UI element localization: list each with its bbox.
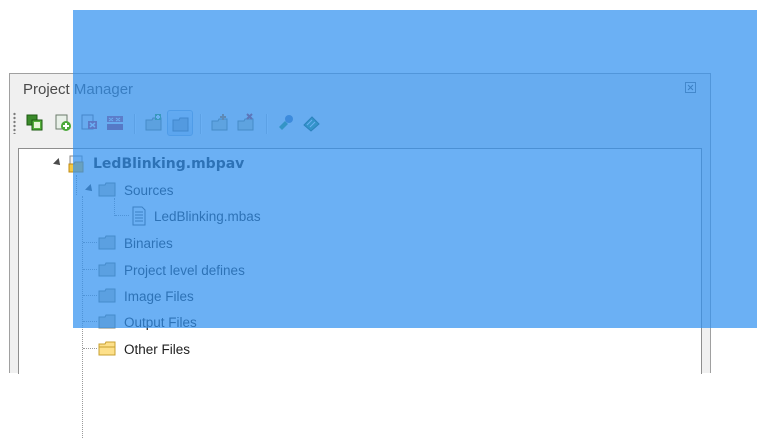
document-icon	[132, 206, 146, 226]
folder-view-icon[interactable]	[167, 110, 193, 136]
add-folder-icon[interactable]	[141, 110, 167, 136]
toolbar-grip[interactable]	[13, 112, 16, 134]
tree-item-label: LedBlinking.mbpav	[93, 156, 245, 172]
remove-all-icon[interactable]	[102, 110, 128, 136]
close-icon[interactable]	[685, 82, 696, 93]
folder-icon	[98, 341, 116, 356]
tree-item-label: Binaries	[124, 235, 173, 251]
tree-connector	[83, 348, 97, 349]
panel-titlebar: Project Manager	[10, 74, 710, 102]
copy-project-icon[interactable]	[22, 110, 48, 136]
tree-connector	[83, 321, 97, 322]
expander-icon[interactable]	[53, 158, 63, 168]
build-icon[interactable]	[273, 110, 299, 136]
toolbar-separator	[134, 114, 135, 134]
tree-item-image-files[interactable]: Image Files	[98, 285, 194, 307]
tree-connector	[76, 175, 77, 195]
tree-item-label: LedBlinking.mbas	[154, 208, 261, 224]
tree-item-sources[interactable]: Sources	[98, 179, 174, 201]
new-folder-icon[interactable]	[207, 110, 233, 136]
tree-connector	[83, 295, 97, 296]
expander-icon[interactable]	[85, 184, 95, 194]
tree-connector	[82, 196, 83, 438]
tree-item-other-files[interactable]: Other Files	[98, 338, 190, 360]
tree-connector	[83, 242, 97, 243]
tree-item-project-level-defines[interactable]: Project level defines	[98, 259, 245, 281]
tree-connector	[83, 269, 97, 270]
folder-icon	[98, 314, 116, 329]
tree-item-label: Image Files	[124, 288, 194, 304]
project-file-icon	[68, 155, 84, 173]
tree-connector	[115, 215, 129, 216]
add-file-icon[interactable]	[50, 110, 76, 136]
folder-icon	[98, 182, 116, 197]
tree-item-binaries[interactable]: Binaries	[98, 232, 173, 254]
tree-item-label: Other Files	[124, 341, 191, 357]
toolbar	[10, 106, 710, 142]
panel-title: Project Manager	[23, 81, 134, 98]
toolbar-separator	[266, 114, 267, 134]
tree-item-root[interactable]: LedBlinking.mbpav	[67, 153, 244, 175]
folder-icon	[98, 262, 116, 277]
project-manager-panel: Project Manager LedBlinking.mbpav Source…	[9, 73, 711, 438]
folder-icon	[98, 235, 116, 250]
remove-file-icon[interactable]	[76, 110, 102, 136]
toolbar-separator	[200, 114, 201, 134]
delete-folder-icon[interactable]	[233, 110, 259, 136]
options-icon[interactable]	[299, 110, 325, 136]
folder-icon	[98, 288, 116, 303]
tree-item-output-files[interactable]: Output Files	[98, 311, 197, 333]
tree-item-label: Sources	[124, 182, 174, 198]
tree-item-label: Project level defines	[124, 262, 245, 278]
tree-item-source-file[interactable]: LedBlinking.mbas	[130, 205, 261, 227]
tree-item-label: Output Files	[124, 314, 197, 330]
project-tree[interactable]: LedBlinking.mbpav Sources LedBlinking.mb…	[18, 148, 702, 438]
